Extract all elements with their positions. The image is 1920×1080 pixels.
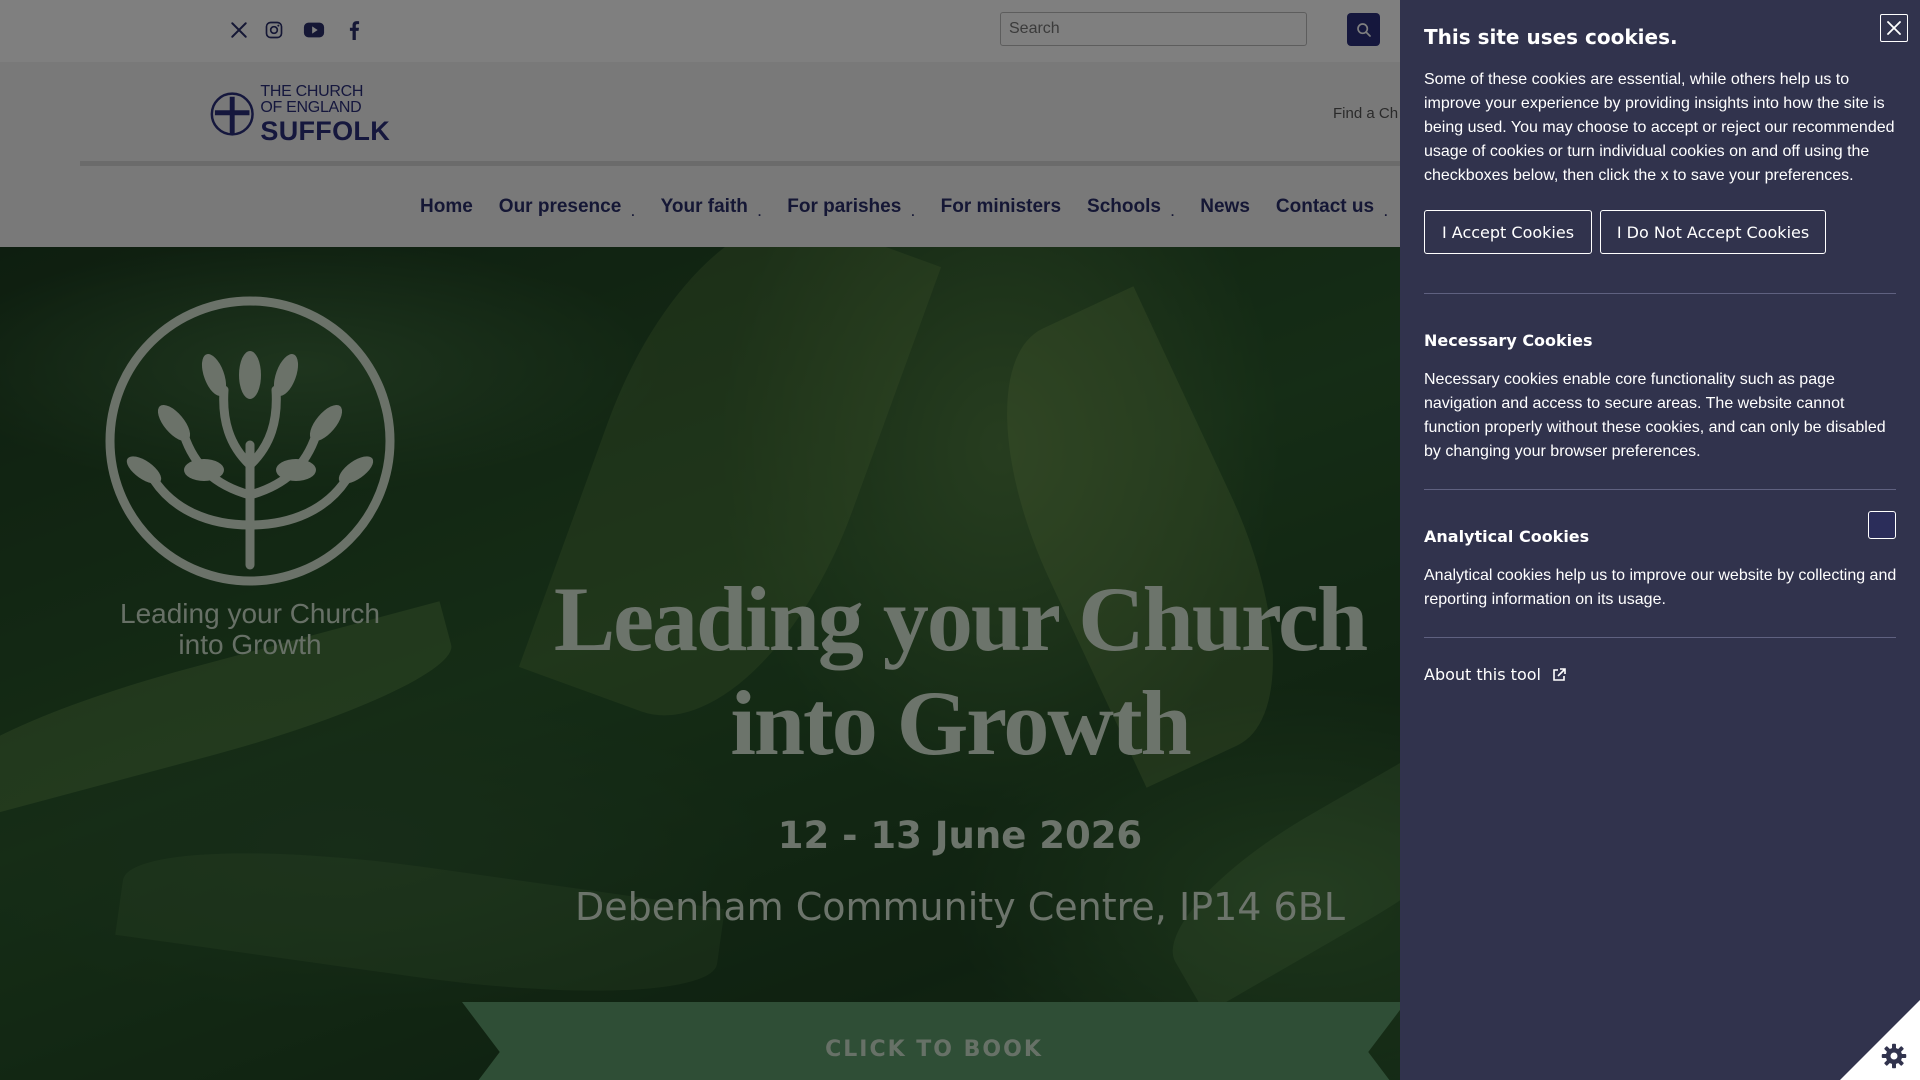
necessary-cookies-text: Necessary cookies enable core functional… xyxy=(1424,371,1886,460)
divider xyxy=(1424,489,1896,490)
cookie-panel-title: This site uses cookies. xyxy=(1424,25,1678,49)
cookie-consent-panel: This site uses cookies. Some of these co… xyxy=(1400,0,1920,1080)
external-link-icon xyxy=(1553,667,1566,681)
divider xyxy=(1424,637,1896,638)
gear-icon[interactable] xyxy=(1880,1042,1908,1070)
cookie-intro-text: Some of these cookies are essential, whi… xyxy=(1424,71,1895,184)
close-icon xyxy=(1887,21,1901,35)
reject-cookies-button[interactable]: I Do Not Accept Cookies xyxy=(1600,210,1826,254)
about-this-tool-link[interactable]: About this tool xyxy=(1424,665,1567,684)
analytical-cookies-checkbox[interactable] xyxy=(1868,511,1896,539)
analytical-cookies-heading: Analytical Cookies xyxy=(1424,527,1590,546)
about-this-tool-label: About this tool xyxy=(1424,665,1541,684)
analytical-cookies-text: Analytical cookies help us to improve ou… xyxy=(1424,567,1897,608)
divider xyxy=(1424,293,1896,294)
close-button[interactable] xyxy=(1880,14,1908,42)
accept-cookies-button[interactable]: I Accept Cookies xyxy=(1424,210,1592,254)
necessary-cookies-heading: Necessary Cookies xyxy=(1424,331,1593,350)
